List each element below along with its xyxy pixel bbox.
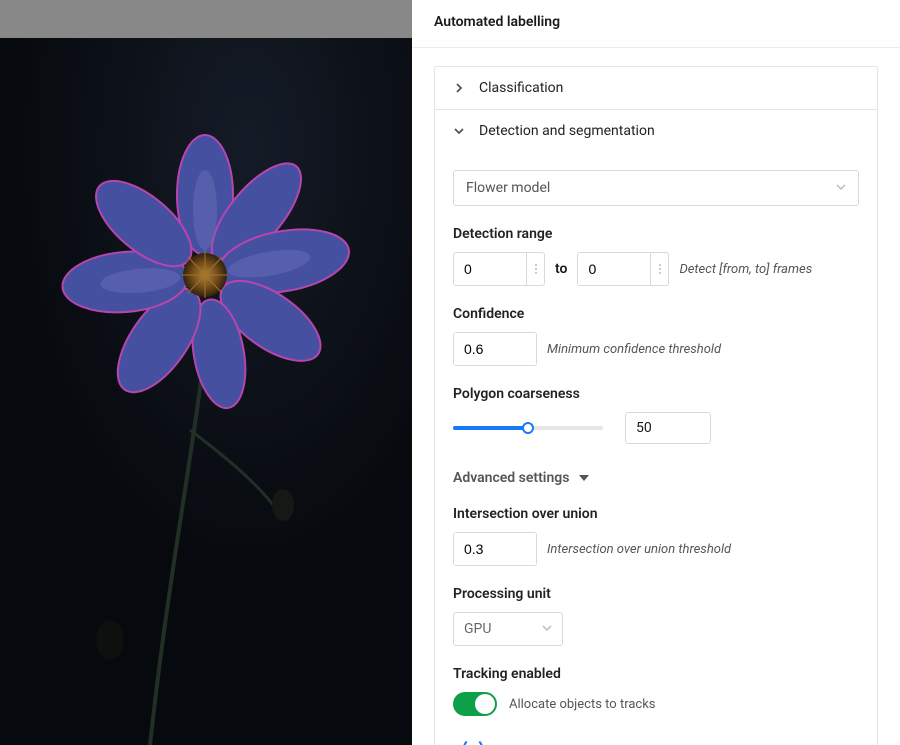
tracking-hint: Allocate objects to tracks [509, 697, 656, 712]
tracking-label: Tracking enabled [453, 666, 859, 682]
drag-handle-icon[interactable] [650, 253, 668, 285]
section-detection: Detection and segmentation Flower model … [435, 109, 877, 745]
detection-range-label: Detection range [453, 226, 859, 242]
preview-topbar [0, 0, 412, 38]
toggle-knob [475, 694, 495, 714]
polygon-value: 50 [636, 420, 652, 436]
range-to-input[interactable] [578, 253, 650, 285]
chevron-down-icon [836, 180, 846, 196]
confidence-field: Confidence Minimum confidence threshold [453, 306, 859, 366]
accordion: Classification Detection and segmentatio… [434, 66, 878, 745]
iou-input[interactable] [454, 533, 536, 565]
polygon-label: Polygon coarseness [453, 386, 859, 402]
preview-pane [0, 0, 412, 745]
advanced-settings-label: Advanced settings [453, 470, 569, 486]
tracking-toggle[interactable] [453, 692, 497, 716]
preview-canvas [0, 0, 412, 745]
confidence-input[interactable] [454, 333, 536, 365]
slider-thumb[interactable] [522, 422, 534, 434]
section-detection-label: Detection and segmentation [479, 123, 655, 139]
section-detection-body: Flower model Detection range [435, 152, 877, 745]
range-separator: to [555, 261, 567, 277]
iou-input-wrap [453, 532, 537, 566]
settings-panel: Automated labelling Classification De [412, 0, 900, 745]
confidence-input-wrap [453, 332, 537, 366]
polygon-value-box[interactable]: 50 [625, 412, 711, 444]
processing-label: Processing unit [453, 586, 859, 602]
polygon-field: Polygon coarseness 50 [453, 386, 859, 444]
range-from-input[interactable] [454, 253, 526, 285]
slider-fill [453, 426, 528, 430]
iou-hint: Intersection over union threshold [547, 542, 731, 557]
model-select-value: Flower model [466, 180, 550, 196]
range-from-wrap [453, 252, 545, 286]
loading-spinner-icon [463, 738, 483, 745]
chevron-down-icon [453, 125, 465, 137]
model-select[interactable]: Flower model [453, 170, 859, 206]
confidence-label: Confidence [453, 306, 859, 322]
chevron-down-icon [542, 621, 552, 637]
detection-range-field: Detection range to [453, 226, 859, 286]
range-to-wrap [577, 252, 669, 286]
drag-handle-icon[interactable] [526, 253, 544, 285]
section-detection-header[interactable]: Detection and segmentation [435, 110, 877, 152]
confidence-hint: Minimum confidence threshold [547, 342, 721, 357]
processing-select[interactable]: GPU [453, 612, 563, 646]
polygon-slider[interactable] [453, 426, 603, 430]
iou-field: Intersection over union Intersection ove… [453, 506, 859, 566]
advanced-settings-toggle[interactable]: Advanced settings [453, 470, 859, 486]
panel-title: Automated labelling [412, 0, 900, 48]
range-hint: Detect [from, to] frames [679, 262, 812, 277]
section-classification-label: Classification [479, 80, 563, 96]
tracking-field: Tracking enabled Allocate objects to tra… [453, 666, 859, 716]
chevron-right-icon [453, 82, 465, 94]
iou-label: Intersection over union [453, 506, 859, 522]
processing-value: GPU [464, 621, 491, 637]
section-classification: Classification [435, 67, 877, 109]
panel-body: Classification Detection and segmentatio… [412, 48, 900, 745]
section-classification-header[interactable]: Classification [435, 67, 877, 109]
processing-field: Processing unit GPU [453, 586, 859, 646]
caret-down-icon [579, 475, 589, 481]
